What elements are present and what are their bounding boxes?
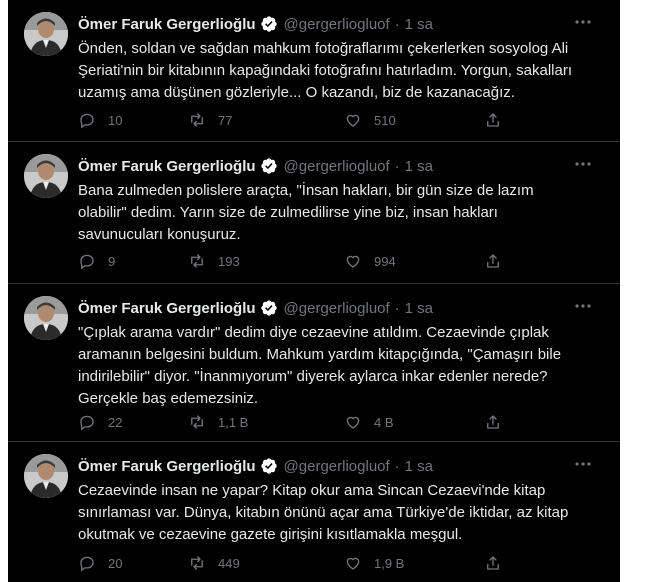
share-button[interactable] bbox=[484, 553, 502, 573]
reply-button[interactable]: 9 bbox=[78, 251, 115, 271]
author-name[interactable]: Ömer Faruk Gergerlioğlu bbox=[78, 300, 256, 317]
retweet-icon bbox=[191, 556, 203, 570]
avatar[interactable] bbox=[24, 12, 68, 56]
like-button[interactable]: 4 B bbox=[344, 412, 394, 432]
retweet-button[interactable]: 77 bbox=[188, 110, 232, 130]
tweet-text: Önden, soldan ve sağdan mahkum fotoğrafl… bbox=[78, 40, 572, 101]
like-count: 1,9 B bbox=[374, 555, 405, 571]
tweet[interactable]: Ömer Faruk Gergerlioğlu @gergerliogluof … bbox=[8, 0, 620, 141]
retweet-button[interactable]: 1,1 B bbox=[188, 412, 248, 432]
more-icon[interactable] bbox=[572, 296, 594, 316]
heart-icon bbox=[346, 255, 360, 268]
retweet-count: 449 bbox=[218, 555, 240, 571]
retweet-count: 1,1 B bbox=[218, 414, 249, 430]
like-count: 510 bbox=[374, 112, 396, 128]
avatar[interactable] bbox=[24, 454, 68, 498]
tweet[interactable]: Ömer Faruk Gergerlioğlu @gergerliogluof … bbox=[8, 284, 620, 441]
tweet-text: Cezaevinde insan ne yapar? Kitap okur am… bbox=[78, 482, 569, 543]
tweet[interactable]: Ömer Faruk Gergerlioğlu @gergerliogluof … bbox=[8, 442, 620, 582]
tweet-text: Bana zulmeden polislere araçta, "İnsan h… bbox=[78, 182, 534, 243]
author-name[interactable]: Ömer Faruk Gergerlioğlu bbox=[78, 158, 256, 175]
like-button[interactable]: 994 bbox=[344, 251, 396, 271]
reply-count: 20 bbox=[108, 555, 123, 571]
reply-icon bbox=[80, 254, 94, 270]
tweet-actions: 9 193 994 bbox=[78, 251, 518, 271]
tweet-actions: 20 449 1,9 B bbox=[78, 553, 518, 573]
retweet-icon bbox=[191, 415, 203, 429]
tweet-header: Ömer Faruk Gergerlioğlu @gergerliogluof … bbox=[78, 298, 433, 318]
avatar[interactable] bbox=[24, 154, 68, 198]
reply-icon bbox=[80, 113, 94, 129]
tweet-header: Ömer Faruk Gergerlioğlu @gergerliogluof … bbox=[78, 156, 433, 176]
separator-dot: · bbox=[394, 457, 400, 475]
timestamp[interactable]: 1 sa bbox=[405, 158, 433, 175]
reply-count: 22 bbox=[108, 414, 123, 430]
retweet-button[interactable]: 449 bbox=[188, 553, 240, 573]
more-icon[interactable] bbox=[572, 12, 594, 32]
reply-count: 10 bbox=[108, 112, 123, 128]
retweet-count: 193 bbox=[218, 253, 240, 269]
share-icon bbox=[487, 415, 499, 429]
heart-icon bbox=[346, 557, 360, 570]
heart-icon bbox=[346, 416, 360, 429]
like-count: 4 B bbox=[374, 414, 394, 430]
tweet-header: Ömer Faruk Gergerlioğlu @gergerliogluof … bbox=[78, 14, 433, 34]
more-icon[interactable] bbox=[572, 454, 594, 474]
author-name[interactable]: Ömer Faruk Gergerlioğlu bbox=[78, 458, 256, 475]
share-button[interactable] bbox=[484, 412, 502, 432]
author-name[interactable]: Ömer Faruk Gergerlioğlu bbox=[78, 16, 256, 33]
verified-badge-icon bbox=[260, 15, 278, 33]
timeline: Ömer Faruk Gergerlioğlu @gergerliogluof … bbox=[8, 0, 620, 582]
retweet-icon bbox=[191, 254, 203, 268]
tweet-actions: 10 77 510 bbox=[78, 110, 518, 130]
share-icon bbox=[487, 254, 499, 268]
like-button[interactable]: 1,9 B bbox=[344, 553, 404, 573]
timestamp[interactable]: 1 sa bbox=[405, 458, 433, 475]
reply-button[interactable]: 10 bbox=[78, 110, 122, 130]
timestamp[interactable]: 1 sa bbox=[405, 16, 433, 33]
author-handle[interactable]: @gergerliogluof bbox=[284, 300, 390, 317]
tweet-header: Ömer Faruk Gergerlioğlu @gergerliogluof … bbox=[78, 456, 433, 476]
more-icon[interactable] bbox=[572, 154, 594, 174]
like-button[interactable]: 510 bbox=[344, 110, 396, 130]
author-handle[interactable]: @gergerliogluof bbox=[284, 158, 390, 175]
reply-button[interactable]: 22 bbox=[78, 412, 122, 432]
tweet-text: "Çıplak arama vardır" dedim diye cezaevi… bbox=[78, 324, 562, 407]
author-handle[interactable]: @gergerliogluof bbox=[284, 458, 390, 475]
reply-button[interactable]: 20 bbox=[78, 553, 122, 573]
retweet-button[interactable]: 193 bbox=[188, 251, 240, 271]
reply-count: 9 bbox=[108, 253, 116, 269]
reply-icon bbox=[80, 415, 94, 431]
author-handle[interactable]: @gergerliogluof bbox=[284, 16, 390, 33]
share-button[interactable] bbox=[484, 110, 502, 130]
reply-icon bbox=[80, 556, 94, 572]
separator-dot: · bbox=[394, 299, 400, 317]
verified-badge-icon bbox=[260, 457, 278, 475]
heart-icon bbox=[346, 114, 360, 127]
separator-dot: · bbox=[394, 157, 400, 175]
share-button[interactable] bbox=[484, 251, 502, 271]
share-icon bbox=[487, 556, 499, 570]
retweet-count: 77 bbox=[218, 112, 233, 128]
share-icon bbox=[487, 113, 499, 127]
separator-dot: · bbox=[394, 15, 400, 33]
timestamp[interactable]: 1 sa bbox=[405, 300, 433, 317]
tweet-actions: 22 1,1 B 4 B bbox=[78, 412, 518, 432]
verified-badge-icon bbox=[260, 157, 278, 175]
retweet-icon bbox=[191, 113, 203, 127]
tweet[interactable]: Ömer Faruk Gergerlioğlu @gergerliogluof … bbox=[8, 142, 620, 283]
like-count: 994 bbox=[374, 253, 396, 269]
verified-badge-icon bbox=[260, 299, 278, 317]
avatar[interactable] bbox=[24, 296, 68, 340]
